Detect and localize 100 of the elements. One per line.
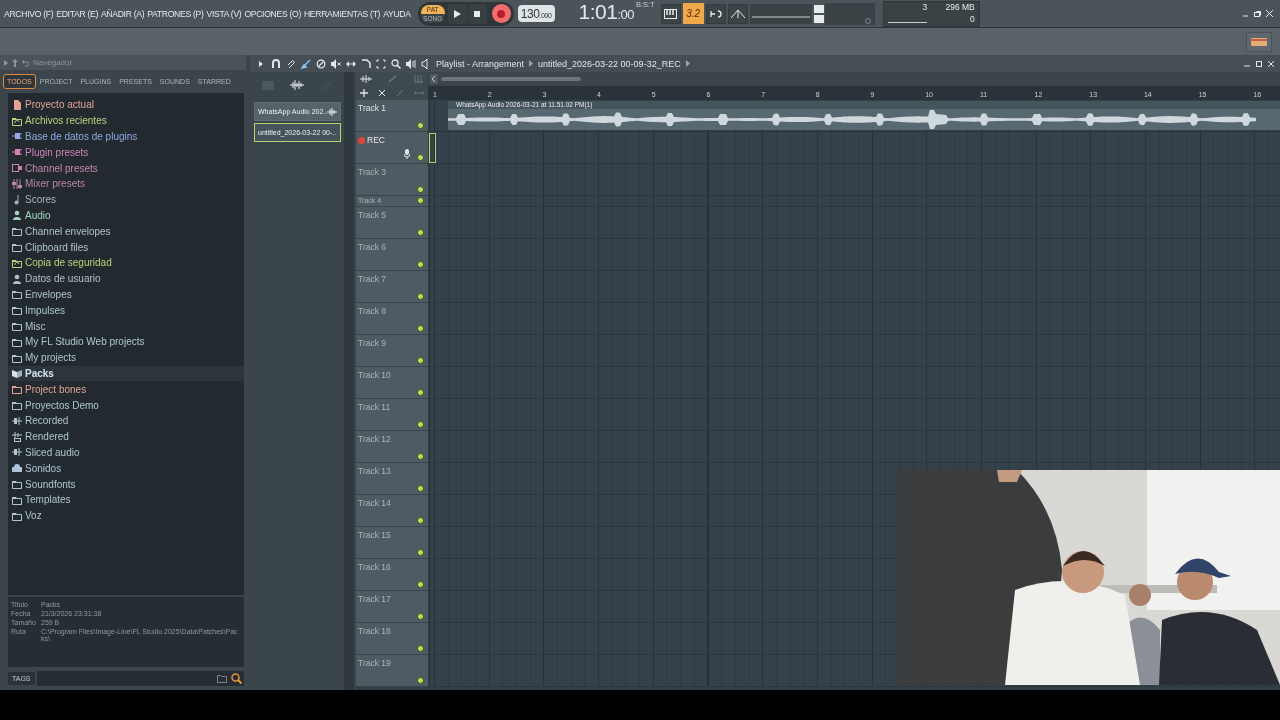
- browser-item[interactable]: Datos de usuario: [8, 270, 244, 287]
- menu-item[interactable]: OPCIONES (O): [244, 8, 301, 19]
- browser-item[interactable]: Recorded: [8, 412, 244, 429]
- track-name: Track 3: [358, 167, 387, 177]
- play-icon: [453, 9, 461, 18]
- browser-item[interactable]: Sonidos: [8, 460, 244, 477]
- loop-button[interactable]: [705, 3, 726, 24]
- close-icon[interactable]: [1267, 59, 1275, 68]
- browser-item[interactable]: Envelopes: [8, 286, 244, 303]
- track-header[interactable]: Track 9: [356, 335, 428, 367]
- track-switch[interactable]: [417, 122, 424, 129]
- track-header[interactable]: REC: [356, 132, 428, 164]
- browser-item[interactable]: Copia de seguridad: [8, 254, 244, 271]
- microphone-icon[interactable]: [404, 149, 410, 159]
- browser-item[interactable]: Channel envelopes: [8, 223, 244, 240]
- track-switch[interactable]: [417, 581, 424, 588]
- menu-item[interactable]: HERRAMIENTAS (T): [303, 8, 381, 19]
- track-switch[interactable]: [417, 453, 424, 460]
- browser-item[interactable]: Rendered: [8, 428, 244, 445]
- browser-item[interactable]: Proyecto actual: [8, 97, 244, 113]
- menu-item[interactable]: ARCHIVO (F): [4, 8, 54, 19]
- zoom-icon[interactable]: [391, 58, 401, 69]
- brush-icon[interactable]: [301, 58, 311, 69]
- audio-clip-icon[interactable]: [290, 80, 305, 90]
- browser-item[interactable]: Audio: [8, 207, 244, 224]
- browser-item[interactable]: Channel presets: [8, 160, 244, 176]
- menu-item[interactable]: PATRONES (P): [147, 8, 204, 19]
- up-arrow-icon[interactable]: [12, 58, 18, 67]
- record-position-marker: [429, 133, 436, 163]
- track-switch[interactable]: [417, 549, 424, 556]
- snap-button[interactable]: 3.2: [682, 3, 704, 24]
- menu-item[interactable]: AÑADIR (A): [100, 8, 145, 19]
- magnet-icon[interactable]: [271, 58, 281, 69]
- track-switch[interactable]: [417, 421, 424, 428]
- menu-item[interactable]: VISTA (V): [206, 8, 242, 19]
- track-header[interactable]: Track 1: [356, 100, 428, 132]
- scroll-left-icon[interactable]: [430, 74, 438, 84]
- play-button[interactable]: [447, 3, 467, 24]
- waveform-icon: [327, 107, 338, 116]
- browser-item[interactable]: Clipboard files: [8, 239, 244, 255]
- folder-icon: [217, 673, 227, 683]
- scroll-thumb[interactable]: [441, 77, 581, 81]
- slip-icon[interactable]: [346, 58, 356, 69]
- undo-arrow-icon[interactable]: [22, 58, 29, 67]
- track-switch[interactable]: [417, 229, 424, 236]
- piano-roll-button[interactable]: [660, 3, 681, 24]
- browser-item[interactable]: Base de datos de plugins: [8, 128, 244, 145]
- track-switch[interactable]: [417, 357, 424, 364]
- track-switch[interactable]: [417, 677, 424, 684]
- panel-icon: [1251, 37, 1267, 46]
- browser-item[interactable]: Voz: [8, 507, 244, 524]
- close-icon[interactable]: [378, 89, 386, 97]
- browser-item[interactable]: My projects: [8, 349, 244, 366]
- peak-icon: [730, 8, 745, 19]
- track-name: Track 14: [358, 498, 391, 508]
- track-name: Track 19: [358, 658, 391, 668]
- restore-icon[interactable]: [1253, 9, 1262, 18]
- browser-item[interactable]: Packs: [8, 365, 244, 382]
- browser-toggle-button[interactable]: [1246, 31, 1272, 52]
- browser-item[interactable]: Sliced audio: [8, 444, 244, 461]
- close-icon[interactable]: [1265, 9, 1274, 18]
- track-switch[interactable]: [417, 517, 424, 524]
- track-switch[interactable]: [417, 645, 424, 652]
- track-switch[interactable]: [417, 261, 424, 268]
- browser-item[interactable]: Scores: [8, 191, 244, 208]
- waveform-icon[interactable]: [360, 75, 372, 83]
- speaker-icon[interactable]: [406, 58, 416, 69]
- tags-field[interactable]: [36, 670, 244, 686]
- track-name: Track 9: [358, 338, 387, 348]
- cancel-icon[interactable]: [316, 58, 326, 69]
- browser-item[interactable]: Proyectos Demo: [8, 397, 244, 413]
- memory-reading: 296 MB: [944, 1, 976, 14]
- track-switch[interactable]: [417, 154, 424, 161]
- browser-item[interactable]: Plugin presets: [8, 144, 244, 161]
- project-name: untitled_2026-03-22 00-09-32_REC: [538, 58, 681, 69]
- browser-item[interactable]: Archivos recientes: [8, 112, 244, 129]
- mute-icon[interactable]: [331, 58, 341, 69]
- track-switch[interactable]: [417, 485, 424, 492]
- speaker-icon[interactable]: [421, 58, 431, 69]
- track-switch[interactable]: [417, 325, 424, 332]
- search-icon[interactable]: [231, 672, 242, 684]
- menu-item[interactable]: AYUDA: [383, 8, 411, 19]
- track-name: Track 10: [358, 370, 391, 380]
- browser-item[interactable]: Misc: [8, 318, 244, 334]
- metronome-button[interactable]: [727, 3, 748, 24]
- stop-button[interactable]: [467, 3, 487, 24]
- browser-item[interactable]: Templates: [8, 491, 244, 508]
- menu-item[interactable]: EDITAR (E): [56, 8, 98, 19]
- browser-item[interactable]: Project bones: [8, 381, 244, 398]
- browser-item[interactable]: My FL Studio Web projects: [8, 333, 244, 350]
- add-icon[interactable]: [360, 89, 368, 97]
- browser-item[interactable]: Mixer presets: [8, 176, 244, 192]
- track-switch[interactable]: [417, 389, 424, 396]
- track-switch[interactable]: [417, 293, 424, 300]
- select-icon[interactable]: [376, 58, 386, 69]
- track-switch[interactable]: [417, 613, 424, 620]
- browser-item[interactable]: Soundfonts: [8, 476, 244, 492]
- record-button[interactable]: [491, 4, 511, 23]
- browser-item[interactable]: Impulses: [8, 302, 244, 319]
- maximize-icon[interactable]: [1255, 59, 1263, 68]
